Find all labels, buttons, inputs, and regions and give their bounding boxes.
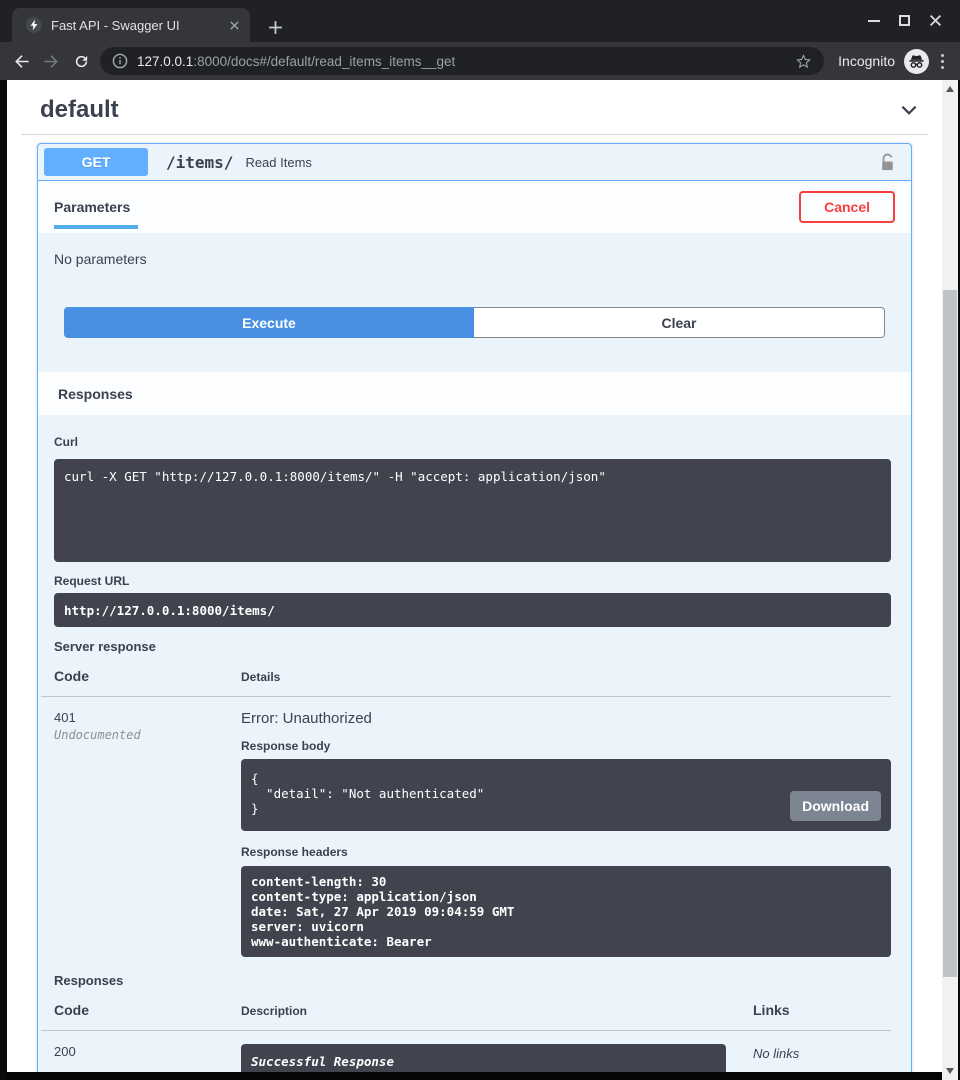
browser-tab[interactable]: Fast API - Swagger UI [12,8,250,42]
address-bar[interactable]: 127.0.0.1:8000/docs#/default/read_items_… [100,47,824,75]
status-code: 401 [54,710,241,725]
forward-icon[interactable] [36,52,66,71]
parameters-label: Parameters [54,199,130,215]
page-scrollbar[interactable] [942,80,958,1080]
curl-label: Curl [54,435,891,449]
col-description: Description [241,1004,753,1018]
active-tab-underline [54,225,138,229]
download-button[interactable]: Download [790,791,881,821]
operation-summary[interactable]: GET /items/ Read Items [38,144,911,181]
method-badge: GET [44,148,148,176]
tab-close-icon[interactable] [229,20,240,31]
scrollbar-thumb[interactable] [943,290,957,977]
clear-button[interactable]: Clear [474,307,885,338]
browser-toolbar: 127.0.0.1:8000/docs#/default/read_items_… [0,42,960,80]
responses-inner: Curl curl -X GET "http://127.0.0.1:8000/… [38,415,911,1072]
window-edge-left [0,80,7,1080]
browser-viewport: default GET /items/ Read Items Paramete [0,80,960,1080]
col-code: Code [54,668,241,684]
minimize-icon[interactable] [868,20,880,22]
server-response-table-head: Code Details [41,668,891,697]
browser-menu-icon[interactable] [941,54,944,69]
responses-title: Responses [58,386,133,402]
curl-command[interactable]: curl -X GET "http://127.0.0.1:8000/items… [54,459,891,562]
incognito-label: Incognito [838,53,895,69]
back-icon[interactable] [6,52,36,71]
col-code: Code [54,1002,241,1018]
scrollbar-down-icon[interactable] [946,1068,954,1074]
request-url-value: http://127.0.0.1:8000/items/ [54,593,891,627]
response-body-block: { "detail": "Not authenticated" }Downloa… [241,759,891,831]
server-response-label: Server response [54,639,891,654]
undocumented-note: Undocumented [54,728,241,742]
col-links: Links [753,1002,891,1018]
url-host: 127.0.0.1 [137,54,193,69]
window-edge-bottom [7,1072,942,1080]
operation-path: /items/ [166,153,233,172]
error-text: Error: Unauthorized [241,710,891,727]
status-code-200: 200 [54,1044,241,1059]
response-headers-block: content-length: 30 content-type: applica… [241,866,891,957]
tab-parameters[interactable]: Parameters [54,181,130,233]
reload-icon[interactable] [66,53,96,70]
close-window-icon[interactable] [929,14,942,27]
chevron-down-icon[interactable] [898,99,920,121]
maximize-icon[interactable] [899,15,910,26]
documented-response-row: 200 Successful Response No links [54,1031,891,1072]
url-path: :8000/docs#/default/read_items_items__ge… [193,54,455,69]
incognito-icon [904,49,929,74]
opblock-get-items: GET /items/ Read Items Parameters Cancel… [37,143,912,1072]
response-body-json: { "detail": "Not authenticated" } [251,771,881,816]
new-tab-icon[interactable] [268,20,283,35]
response-body-label: Response body [241,739,891,753]
documented-responses-label: Responses [54,973,891,988]
tag-title: default [40,96,119,124]
execute-wrapper: Execute Clear [38,267,911,372]
response-headers-label: Response headers [241,845,891,859]
server-response-row: 401 Undocumented Error: Unauthorized Res… [54,697,891,957]
url-text[interactable]: 127.0.0.1:8000/docs#/default/read_items_… [137,54,786,69]
scrollbar-up-icon[interactable] [946,86,954,92]
window-controls [868,14,942,27]
responses-section-header: Responses [38,372,911,415]
swagger-page: default GET /items/ Read Items Paramete [7,80,942,1072]
no-parameters-text: No parameters [38,233,911,267]
bookmark-star-icon[interactable] [795,53,812,70]
parameters-header: Parameters Cancel [38,181,911,233]
request-url-label: Request URL [54,574,891,588]
execute-button[interactable]: Execute [64,307,474,338]
tag-section[interactable]: default [21,80,928,135]
cancel-button[interactable]: Cancel [799,191,895,223]
col-details: Details [241,670,891,684]
no-links-text: No links [753,1044,891,1061]
operation-summary-text: Read Items [245,155,311,170]
fastapi-favicon-icon [26,17,42,33]
documented-responses-table-head: Code Description Links [41,1002,891,1031]
tab-title: Fast API - Swagger UI [51,18,220,33]
site-info-icon[interactable] [112,53,128,69]
response-description-pill: Successful Response [241,1044,726,1072]
lock-open-icon[interactable] [880,153,895,172]
browser-titlebar: Fast API - Swagger UI [0,0,960,42]
